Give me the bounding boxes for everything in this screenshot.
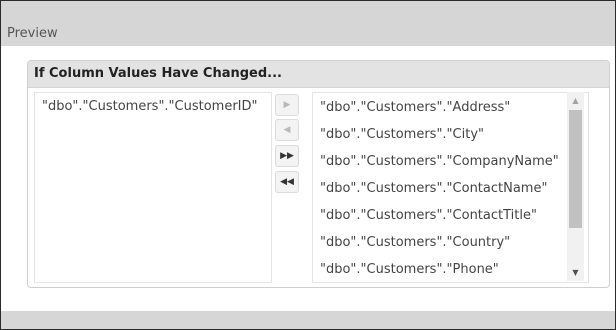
list-item[interactable]: "dbo"."Customers"."City" (320, 126, 559, 153)
scroll-thumb[interactable] (569, 110, 582, 228)
list-item[interactable]: "dbo"."Customers"."Country" (320, 234, 559, 261)
move-all-right-button[interactable]: ▶▶ (275, 145, 299, 167)
list-item[interactable]: "dbo"."Customers"."Phone" (320, 261, 559, 282)
available-columns-items: "dbo"."Customers"."Address" "dbo"."Custo… (320, 99, 559, 282)
move-left-icon: ◀ (283, 125, 291, 135)
move-all-right-icon: ▶▶ (280, 151, 294, 161)
list-item[interactable]: "dbo"."Customers"."ContactName" (320, 180, 559, 207)
scroll-up-icon[interactable]: ▲ (567, 92, 584, 109)
preview-title: Preview (7, 26, 58, 41)
vertical-scrollbar[interactable]: ▲ ▼ (567, 92, 584, 281)
panel-header: If Column Values Have Changed... (28, 61, 609, 88)
preview-window: Preview If Column Values Have Changed...… (0, 0, 616, 330)
move-right-icon: ▶ (283, 100, 291, 110)
move-all-left-button[interactable]: ◀◀ (275, 171, 299, 193)
list-item[interactable]: "dbo"."Customers"."Address" (320, 99, 559, 126)
move-left-button[interactable]: ◀ (275, 119, 299, 141)
available-columns-list[interactable]: "dbo"."Customers"."Address" "dbo"."Custo… (312, 92, 589, 283)
panel-title: If Column Values Have Changed... (34, 66, 282, 81)
list-item[interactable]: "dbo"."Customers"."ContactTitle" (320, 207, 559, 234)
move-all-left-icon: ◀◀ (280, 177, 294, 187)
move-right-button[interactable]: ▶ (275, 94, 299, 116)
column-change-panel: If Column Values Have Changed... "dbo"."… (27, 60, 610, 288)
preview-header: Preview (1, 1, 615, 46)
bottom-bar (1, 311, 615, 329)
list-item[interactable]: "dbo"."Customers"."CustomerID" (42, 99, 258, 114)
scroll-down-icon[interactable]: ▼ (567, 264, 584, 281)
list-item[interactable]: "dbo"."Customers"."CompanyName" (320, 153, 559, 180)
selected-columns-list[interactable]: "dbo"."Customers"."CustomerID" (34, 92, 272, 283)
